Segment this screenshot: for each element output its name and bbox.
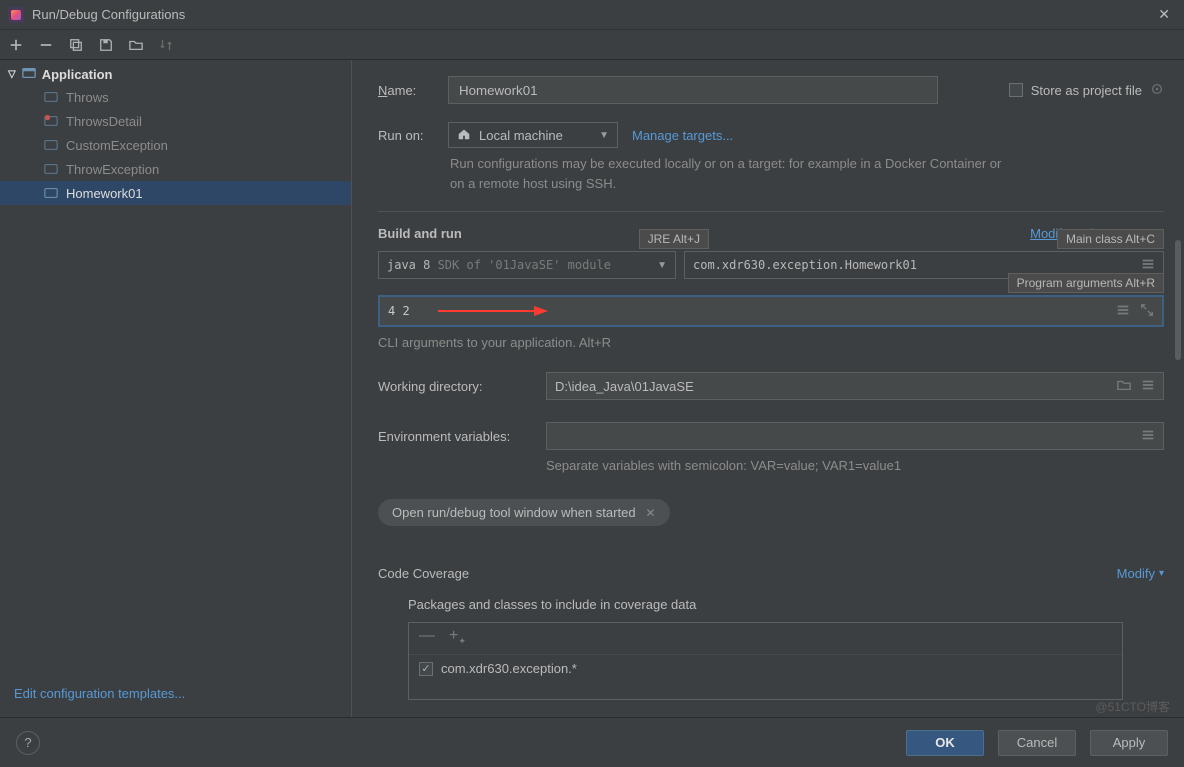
coverage-modify-link[interactable]: Modify ▾ (1117, 566, 1164, 581)
runon-label: Run on: (378, 128, 434, 143)
close-icon[interactable]: ✕ (1152, 6, 1176, 23)
tree-item-throws[interactable]: Throws (0, 85, 351, 109)
working-dir-value: D:\idea_Java\01JavaSE (555, 379, 694, 394)
tree-item-throwsdetail[interactable]: ThrowsDetail (0, 109, 351, 133)
chevron-down-icon: ▾ (1159, 568, 1164, 579)
remove-config-button[interactable] (38, 37, 54, 53)
store-checkbox[interactable] (1009, 83, 1023, 97)
sort-config-button[interactable] (158, 37, 174, 53)
coverage-item[interactable]: ✓ com.xdr630.exception.* (409, 655, 1122, 682)
config-toolbar (0, 30, 1184, 60)
tree-item-label: CustomException (66, 138, 168, 153)
working-dir-label: Working directory: (378, 379, 528, 394)
cli-hint: CLI arguments to your application. Alt+R (378, 335, 1164, 350)
add-config-button[interactable] (8, 37, 24, 53)
tree-root-application[interactable]: ▽ Application (0, 64, 351, 85)
run-config-icon (44, 186, 58, 200)
list-icon[interactable] (1141, 257, 1155, 274)
progargs-hint-tag: Program arguments Alt+R (1008, 273, 1164, 293)
tree-item-throwexception[interactable]: ThrowException (0, 157, 351, 181)
ok-button[interactable]: OK (906, 730, 984, 756)
coverage-list: — +✦ ✓ com.xdr630.exception.* (408, 622, 1123, 700)
open-tool-window-chip[interactable]: Open run/debug tool window when started … (378, 499, 670, 526)
folder-icon[interactable] (1117, 378, 1131, 395)
manage-targets-link[interactable]: Manage targets... (632, 128, 733, 143)
tree-item-label: ThrowsDetail (66, 114, 142, 129)
title-bar: Run/Debug Configurations ✕ (0, 0, 1184, 30)
list-icon[interactable] (1141, 378, 1155, 395)
tree-item-label: ThrowException (66, 162, 159, 177)
runon-target-value: Local machine (479, 128, 563, 143)
copy-config-button[interactable] (68, 37, 84, 53)
help-button[interactable]: ? (16, 731, 40, 755)
run-config-error-icon (44, 114, 58, 128)
config-content: Name: Store as project file Run on: Loca (352, 60, 1184, 717)
working-dir-input[interactable]: D:\idea_Java\01JavaSE (546, 372, 1164, 400)
folder-config-button[interactable] (128, 37, 144, 53)
tree-root-label: Application (42, 67, 113, 82)
remove-button[interactable]: — (419, 629, 435, 648)
build-run-title: Build and run (378, 226, 462, 241)
coverage-item-checkbox[interactable]: ✓ (419, 662, 433, 676)
name-label: Name: (378, 83, 434, 98)
cancel-button[interactable]: Cancel (998, 730, 1076, 756)
dialog-button-bar: ? OK Cancel Apply (0, 717, 1184, 767)
gear-icon[interactable] (1150, 82, 1164, 99)
tree-item-customexception[interactable]: CustomException (0, 133, 351, 157)
save-config-button[interactable] (98, 37, 114, 53)
expand-icon[interactable] (1140, 303, 1154, 320)
application-group-icon (22, 66, 36, 83)
runon-target-combo[interactable]: Local machine ▼ (448, 122, 618, 148)
env-hint: Separate variables with semicolon: VAR=v… (546, 458, 1164, 473)
sdk-select[interactable]: java 8 SDK of '01JavaSE' module ▼ (378, 251, 676, 279)
config-sidebar: ▽ Application Throws ThrowsDetail Custom… (0, 60, 352, 717)
name-input[interactable] (448, 76, 938, 104)
chevron-down-icon: ▼ (599, 130, 609, 141)
run-config-icon (44, 162, 58, 176)
close-icon[interactable]: ✕ (646, 506, 656, 520)
mainclass-hint-tag: Main class Alt+C (1057, 229, 1164, 249)
env-label: Environment variables: (378, 429, 528, 444)
run-config-icon (44, 138, 58, 152)
chip-label: Open run/debug tool window when started (392, 505, 636, 520)
program-args-value: 4 2 (388, 304, 410, 318)
list-icon[interactable] (1141, 430, 1155, 445)
run-config-icon (44, 90, 58, 104)
app-icon (8, 7, 24, 23)
tree-item-label: Throws (66, 90, 109, 105)
store-label: Store as project file (1031, 83, 1142, 98)
tree-item-label: Homework01 (66, 186, 143, 201)
list-icon[interactable] (1116, 303, 1130, 320)
program-args-input[interactable]: 4 2 (378, 295, 1164, 327)
coverage-title: Code Coverage (378, 566, 469, 581)
tree-item-homework01[interactable]: Homework01 (0, 181, 351, 205)
edit-templates-link-wrap: Edit configuration templates... (0, 676, 351, 717)
edit-templates-link[interactable]: Edit configuration templates... (14, 686, 185, 701)
env-input[interactable] (546, 422, 1164, 450)
window-title: Run/Debug Configurations (32, 7, 1152, 22)
runon-hint: Run configurations may be executed local… (450, 154, 1010, 193)
jre-hint-tag: JRE Alt+J (639, 229, 709, 249)
main-class-value: com.xdr630.exception.Homework01 (693, 258, 917, 272)
add-button[interactable]: +✦ (449, 629, 466, 648)
chevron-down-icon: ▼ (657, 260, 667, 271)
coverage-item-label: com.xdr630.exception.* (441, 661, 577, 676)
scrollbar-thumb[interactable] (1175, 240, 1181, 360)
config-tree: ▽ Application Throws ThrowsDetail Custom… (0, 64, 351, 676)
chevron-down-icon: ▽ (8, 69, 16, 80)
coverage-subtitle: Packages and classes to include in cover… (408, 597, 1164, 612)
home-icon (457, 127, 471, 144)
apply-button[interactable]: Apply (1090, 730, 1168, 756)
